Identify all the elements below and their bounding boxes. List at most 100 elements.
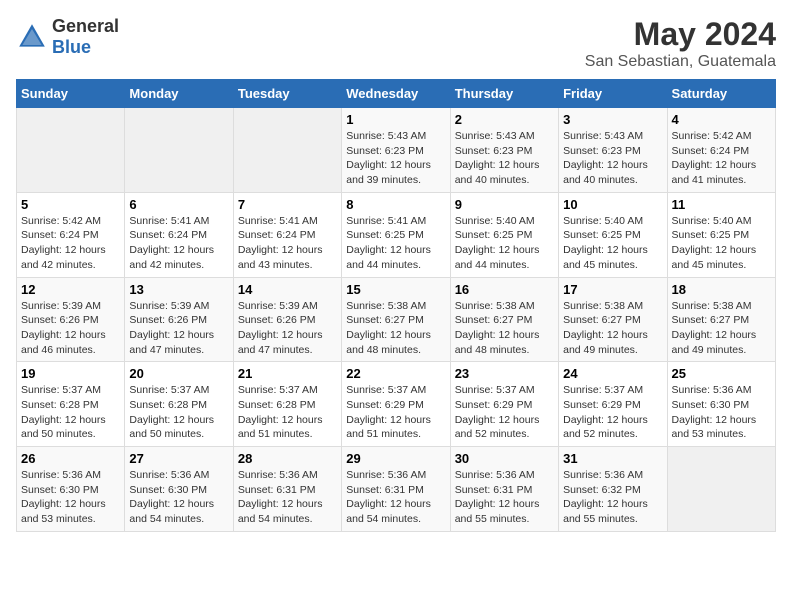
calendar-cell (233, 108, 341, 193)
day-info: Sunrise: 5:37 AM Sunset: 6:29 PM Dayligh… (346, 383, 445, 442)
day-info: Sunrise: 5:37 AM Sunset: 6:28 PM Dayligh… (129, 383, 228, 442)
calendar-cell: 15 Sunrise: 5:38 AM Sunset: 6:27 PM Dayli… (342, 277, 450, 362)
calendar-cell: 27 Sunrise: 5:36 AM Sunset: 6:30 PM Dayli… (125, 447, 233, 532)
calendar-cell: 11Sunrise: 5:40 AM Sunset: 6:25 PM Dayli… (667, 192, 775, 277)
day-number: 28 (238, 451, 337, 466)
calendar-cell: 16Sunrise: 5:38 AM Sunset: 6:27 PM Dayli… (450, 277, 558, 362)
day-of-week-wednesday: Wednesday (342, 80, 450, 108)
calendar-cell: 26Sunrise: 5:36 AM Sunset: 6:30 PM Dayli… (17, 447, 125, 532)
week-row-1: 1 Sunrise: 5:43 AM Sunset: 6:23 PM Daylig… (17, 108, 776, 193)
day-number: 4 (672, 112, 771, 127)
days-of-week-row: SundayMondayTuesdayWednesdayThursdayFrid… (17, 80, 776, 108)
day-info: Sunrise: 5:39 AM Sunset: 6:26 PM Dayligh… (238, 299, 337, 358)
calendar-header: SundayMondayTuesdayWednesdayThursdayFrid… (17, 80, 776, 108)
logo: General Blue (16, 16, 119, 58)
day-info: Sunrise: 5:40 AM Sunset: 6:25 PM Dayligh… (672, 214, 771, 273)
day-number: 20 (129, 366, 228, 381)
day-number: 29 (346, 451, 445, 466)
day-info: Sunrise: 5:36 AM Sunset: 6:30 PM Dayligh… (672, 383, 771, 442)
day-info: Sunrise: 5:36 AM Sunset: 6:31 PM Dayligh… (238, 468, 337, 527)
calendar-cell: 1 Sunrise: 5:43 AM Sunset: 6:23 PM Daylig… (342, 108, 450, 193)
day-info: Sunrise: 5:36 AM Sunset: 6:31 PM Dayligh… (455, 468, 554, 527)
day-number: 3 (563, 112, 662, 127)
day-number: 7 (238, 197, 337, 212)
calendar-cell: 19Sunrise: 5:37 AM Sunset: 6:28 PM Dayli… (17, 362, 125, 447)
day-number: 5 (21, 197, 120, 212)
calendar-cell (667, 447, 775, 532)
calendar-cell: 28 Sunrise: 5:36 AM Sunset: 6:31 PM Dayli… (233, 447, 341, 532)
day-number: 21 (238, 366, 337, 381)
calendar-cell: 13 Sunrise: 5:39 AM Sunset: 6:26 PM Dayli… (125, 277, 233, 362)
day-number: 2 (455, 112, 554, 127)
day-of-week-sunday: Sunday (17, 80, 125, 108)
day-number: 10 (563, 197, 662, 212)
week-row-5: 26 Sunrise: 5:36 AM Sunset: 6:30 PM Dayli… (17, 447, 776, 532)
day-info: Sunrise: 5:40 AM Sunset: 6:25 PM Dayligh… (563, 214, 662, 273)
calendar-cell: 12Sunrise: 5:39 AM Sunset: 6:26 PM Dayli… (17, 277, 125, 362)
day-info: Sunrise: 5:41 AM Sunset: 6:24 PM Dayligh… (129, 214, 228, 273)
day-number: 12 (21, 282, 120, 297)
logo-general: General (52, 16, 119, 36)
calendar-title: May 2024 (585, 16, 776, 53)
day-number: 30 (455, 451, 554, 466)
day-info: Sunrise: 5:43 AM Sunset: 6:23 PM Dayligh… (563, 129, 662, 188)
day-number: 6 (129, 197, 228, 212)
day-number: 14 (238, 282, 337, 297)
calendar-cell: 22 Sunrise: 5:37 AM Sunset: 6:29 PM Dayli… (342, 362, 450, 447)
day-info: Sunrise: 5:38 AM Sunset: 6:27 PM Dayligh… (672, 299, 771, 358)
day-number: 27 (129, 451, 228, 466)
day-number: 26 (21, 451, 120, 466)
calendar-cell: 17 Sunrise: 5:38 AM Sunset: 6:27 PM Dayli… (559, 277, 667, 362)
day-number: 13 (129, 282, 228, 297)
day-info: Sunrise: 5:40 AM Sunset: 6:25 PM Dayligh… (455, 214, 554, 273)
day-number: 1 (346, 112, 445, 127)
day-number: 9 (455, 197, 554, 212)
calendar-cell: 31Sunrise: 5:36 AM Sunset: 6:32 PM Dayli… (559, 447, 667, 532)
day-of-week-thursday: Thursday (450, 80, 558, 108)
day-of-week-tuesday: Tuesday (233, 80, 341, 108)
day-number: 15 (346, 282, 445, 297)
day-info: Sunrise: 5:36 AM Sunset: 6:30 PM Dayligh… (129, 468, 228, 527)
calendar-cell: 18 Sunrise: 5:38 AM Sunset: 6:27 PM Dayli… (667, 277, 775, 362)
day-info: Sunrise: 5:37 AM Sunset: 6:29 PM Dayligh… (563, 383, 662, 442)
calendar-cell: 7Sunrise: 5:41 AM Sunset: 6:24 PM Daylig… (233, 192, 341, 277)
day-info: Sunrise: 5:38 AM Sunset: 6:27 PM Dayligh… (346, 299, 445, 358)
logo-blue: Blue (52, 37, 91, 57)
day-info: Sunrise: 5:42 AM Sunset: 6:24 PM Dayligh… (672, 129, 771, 188)
day-number: 18 (672, 282, 771, 297)
calendar-cell: 29Sunrise: 5:36 AM Sunset: 6:31 PM Dayli… (342, 447, 450, 532)
calendar-cell: 3 Sunrise: 5:43 AM Sunset: 6:23 PM Daylig… (559, 108, 667, 193)
day-info: Sunrise: 5:43 AM Sunset: 6:23 PM Dayligh… (346, 129, 445, 188)
calendar-cell: 4 Sunrise: 5:42 AM Sunset: 6:24 PM Daylig… (667, 108, 775, 193)
calendar-cell: 14 Sunrise: 5:39 AM Sunset: 6:26 PM Dayli… (233, 277, 341, 362)
day-info: Sunrise: 5:37 AM Sunset: 6:29 PM Dayligh… (455, 383, 554, 442)
day-of-week-friday: Friday (559, 80, 667, 108)
calendar-cell: 25 Sunrise: 5:36 AM Sunset: 6:30 PM Dayli… (667, 362, 775, 447)
day-of-week-monday: Monday (125, 80, 233, 108)
day-info: Sunrise: 5:37 AM Sunset: 6:28 PM Dayligh… (238, 383, 337, 442)
day-number: 19 (21, 366, 120, 381)
page-header: General Blue May 2024 San Sebastian, Gua… (16, 16, 776, 71)
calendar-body: 1 Sunrise: 5:43 AM Sunset: 6:23 PM Daylig… (17, 108, 776, 532)
calendar-table: SundayMondayTuesdayWednesdayThursdayFrid… (16, 79, 776, 532)
week-row-2: 5Sunrise: 5:42 AM Sunset: 6:24 PM Daylig… (17, 192, 776, 277)
calendar-subtitle: San Sebastian, Guatemala (585, 53, 776, 71)
day-info: Sunrise: 5:41 AM Sunset: 6:25 PM Dayligh… (346, 214, 445, 273)
day-number: 17 (563, 282, 662, 297)
day-number: 16 (455, 282, 554, 297)
calendar-cell: 30 Sunrise: 5:36 AM Sunset: 6:31 PM Dayli… (450, 447, 558, 532)
day-of-week-saturday: Saturday (667, 80, 775, 108)
calendar-cell: 10 Sunrise: 5:40 AM Sunset: 6:25 PM Dayli… (559, 192, 667, 277)
calendar-cell: 6 Sunrise: 5:41 AM Sunset: 6:24 PM Daylig… (125, 192, 233, 277)
calendar-cell: 24 Sunrise: 5:37 AM Sunset: 6:29 PM Dayli… (559, 362, 667, 447)
title-block: May 2024 San Sebastian, Guatemala (585, 16, 776, 71)
day-info: Sunrise: 5:38 AM Sunset: 6:27 PM Dayligh… (563, 299, 662, 358)
day-info: Sunrise: 5:39 AM Sunset: 6:26 PM Dayligh… (129, 299, 228, 358)
day-number: 22 (346, 366, 445, 381)
day-number: 24 (563, 366, 662, 381)
calendar-cell: 23Sunrise: 5:37 AM Sunset: 6:29 PM Dayli… (450, 362, 558, 447)
day-number: 25 (672, 366, 771, 381)
calendar-cell (125, 108, 233, 193)
calendar-cell: 8Sunrise: 5:41 AM Sunset: 6:25 PM Daylig… (342, 192, 450, 277)
calendar-cell (17, 108, 125, 193)
